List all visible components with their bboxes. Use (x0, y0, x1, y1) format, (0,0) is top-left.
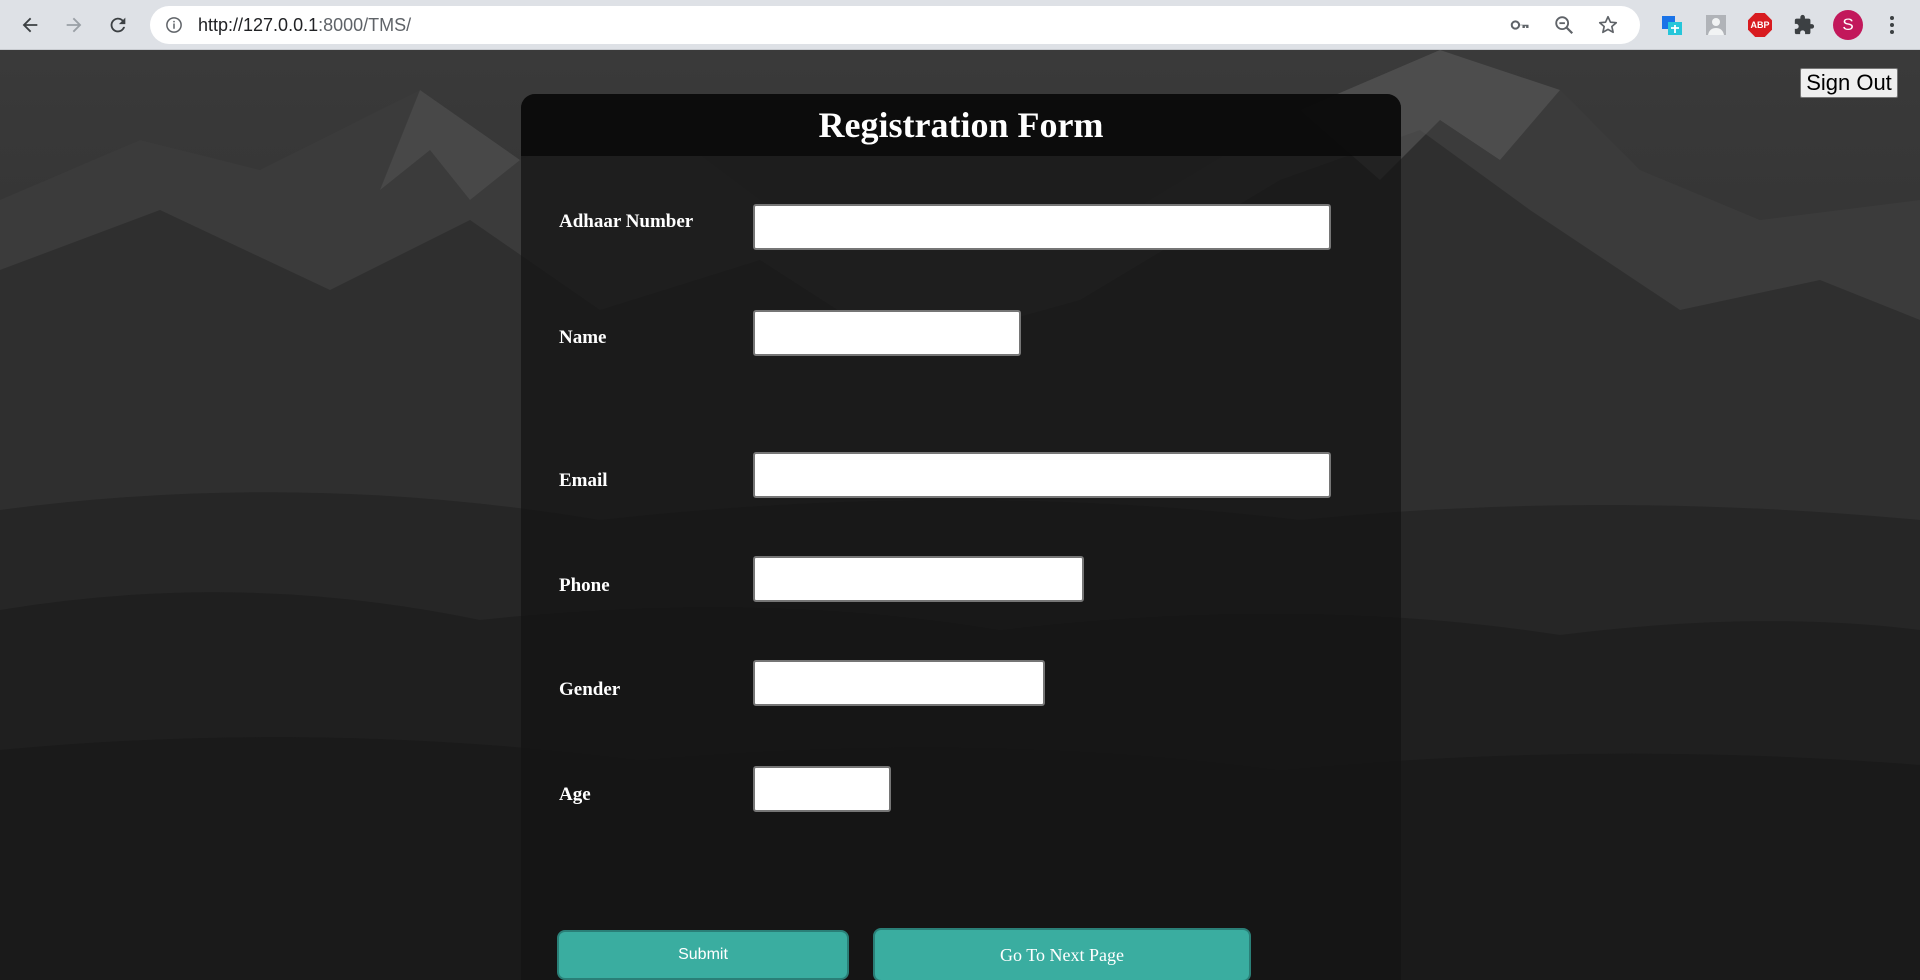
url-path: :8000/TMS/ (318, 14, 412, 35)
browser-toolbar: http://127.0.0.1:8000/TMS/ ABP S (0, 0, 1920, 50)
back-icon (22, 17, 38, 32)
url-host: http://127.0.0.1 (198, 14, 319, 35)
zoom-out-icon[interactable] (1542, 6, 1586, 44)
form-header: Registration Form (521, 94, 1401, 156)
adblock-label: ABP (1748, 13, 1772, 37)
kebab-menu-icon[interactable] (1870, 0, 1914, 50)
registration-form-card: Registration Form Adhaar Number Name Ema… (521, 94, 1401, 980)
adhaar-number-label: Adhaar Number (559, 211, 694, 232)
star-icon[interactable] (1586, 6, 1630, 44)
form-title: Registration Form (818, 105, 1104, 145)
avatar-initial: S (1833, 10, 1863, 40)
reload-button[interactable] (98, 5, 138, 45)
go-to-next-page-button[interactable]: Go To Next Page (873, 928, 1251, 980)
gender-label: Gender (559, 679, 621, 700)
back-button[interactable] (10, 5, 50, 45)
address-bar[interactable]: http://127.0.0.1:8000/TMS/ (150, 6, 1640, 44)
age-input[interactable] (753, 766, 891, 812)
info-icon[interactable] (162, 13, 186, 37)
sign-out-button[interactable]: Sign Out (1800, 68, 1898, 98)
age-label: Age (559, 784, 591, 805)
avatar[interactable]: S (1826, 0, 1870, 50)
name-label: Name (559, 327, 607, 348)
url-text[interactable]: http://127.0.0.1:8000/TMS/ (198, 15, 411, 36)
adblock-extension-icon[interactable]: ABP (1738, 0, 1782, 50)
forward-icon (66, 17, 82, 32)
puzzle-icon[interactable] (1782, 0, 1826, 50)
page-viewport: Sign Out Registration Form Adhaar Number… (0, 50, 1920, 980)
email-input[interactable] (753, 452, 1331, 498)
adhaar-number-input[interactable] (753, 204, 1331, 250)
phone-input[interactable] (753, 556, 1084, 602)
email-label: Email (559, 470, 608, 491)
key-icon[interactable] (1498, 6, 1542, 44)
phone-label: Phone (559, 575, 610, 596)
forward-button[interactable] (54, 5, 94, 45)
translate-extension-icon[interactable] (1650, 0, 1694, 50)
name-input[interactable] (753, 310, 1021, 356)
gender-input[interactable] (753, 660, 1045, 706)
submit-button[interactable]: Submit (557, 930, 849, 980)
reload-icon (110, 17, 126, 32)
profile-extension-icon[interactable] (1694, 0, 1738, 50)
